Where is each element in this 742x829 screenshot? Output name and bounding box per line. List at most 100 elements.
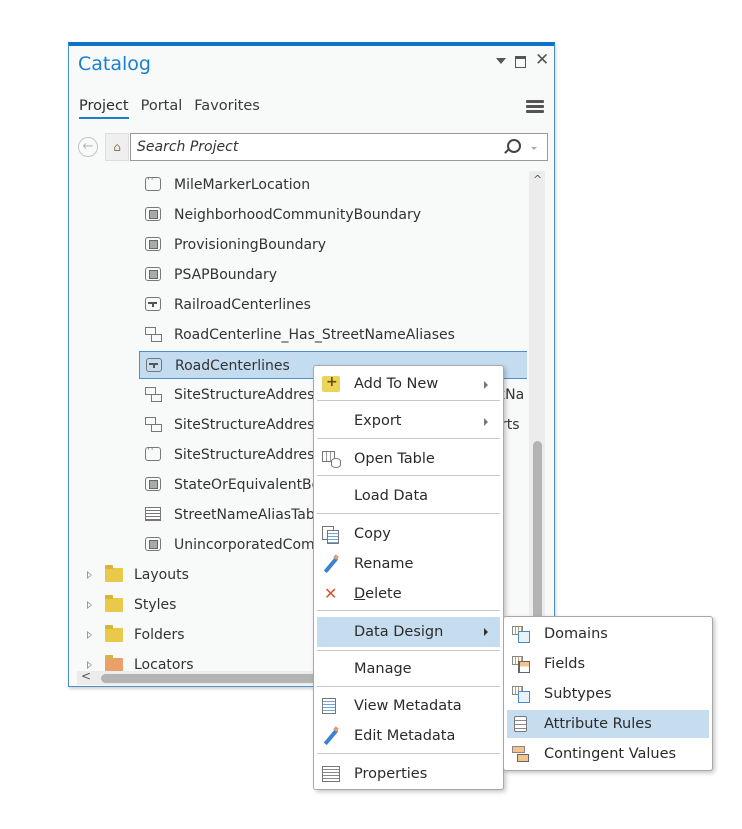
- menu-item-view-metadata[interactable]: View Metadata: [317, 692, 500, 720]
- menu-item-label: Manage: [354, 661, 412, 677]
- menu-item-properties[interactable]: Properties: [317, 760, 500, 788]
- copy-icon: [322, 526, 340, 544]
- menu-separator: [317, 686, 500, 687]
- submenu-arrow-icon: [484, 628, 488, 636]
- expand-arrow-icon[interactable]: [87, 601, 92, 609]
- tree-item-label: MileMarkerLocation: [174, 177, 311, 193]
- folders-folder-icon: [105, 625, 123, 642]
- polygon-feature-class-icon: [145, 537, 161, 551]
- attribute-rules-icon: [512, 716, 530, 733]
- search-options-chevron-down-icon[interactable]: [531, 147, 537, 150]
- polygon-feature-class-icon: [145, 237, 161, 251]
- tree-item-label: SiteStructureAddressI: [174, 417, 326, 433]
- menu-item-label: Rename: [354, 556, 414, 572]
- tree-item[interactable]: NeighborhoodCommunityBoundary: [139, 201, 527, 229]
- hamburger-menu-icon[interactable]: [526, 98, 544, 115]
- locators-folder-icon: [105, 655, 123, 671]
- contingent-values-icon: [512, 746, 530, 763]
- vertical-scrollbar[interactable]: ^: [529, 171, 545, 681]
- scroll-left-icon[interactable]: <: [81, 669, 91, 683]
- tab-favorites[interactable]: Favorites: [194, 98, 260, 119]
- tree-item[interactable]: PSAPBoundary: [139, 261, 527, 289]
- styles-folder-icon: [105, 595, 123, 612]
- menu-item-label: Copy: [354, 526, 391, 542]
- menu-separator: [317, 610, 500, 611]
- menu-item-label: Edit Metadata: [354, 728, 456, 744]
- tree-item-label: NeighborhoodCommunityBoundary: [174, 207, 422, 223]
- tree-item[interactable]: RoadCenterline_Has_StreetNameAliases: [139, 321, 527, 349]
- line-feature-class-icon: [145, 297, 161, 311]
- point-feature-class-icon: [145, 171, 161, 194]
- menu-item-label: Delete: [354, 586, 402, 602]
- submenu-item-attribute-rules[interactable]: Attribute Rules: [507, 710, 709, 738]
- menu-item-load-data[interactable]: Load Data: [317, 482, 500, 510]
- expand-arrow-icon[interactable]: [87, 631, 92, 639]
- menu-separator: [317, 650, 500, 651]
- tab-project[interactable]: Project: [79, 98, 129, 119]
- menu-item-label: Data Design: [354, 624, 444, 640]
- menu-item-copy[interactable]: Copy: [317, 520, 500, 548]
- menu-item-label: Properties: [354, 766, 428, 782]
- tab-portal[interactable]: Portal: [141, 98, 183, 119]
- submenu-item-domains[interactable]: Domains: [507, 620, 709, 648]
- polygon-feature-class-icon: [145, 207, 161, 221]
- expand-arrow-icon[interactable]: [87, 661, 92, 669]
- submenu-arrow-icon: [484, 418, 488, 426]
- menu-separator: [317, 753, 500, 754]
- menu-item-data-design[interactable]: Data Design: [317, 617, 500, 647]
- tree-item-label: RailroadCenterlines: [174, 297, 311, 313]
- relationship-class-icon: [145, 327, 162, 342]
- tree-folder-label: Locators: [134, 657, 194, 671]
- menu-item-edit-metadata[interactable]: Edit Metadata: [317, 722, 500, 750]
- tree-folder-label: Layouts: [134, 567, 189, 583]
- menu-item-label: Export: [354, 413, 402, 429]
- tree-folder-label: Styles: [134, 597, 177, 613]
- open-table-icon: [322, 451, 341, 468]
- menu-item-label: Attribute Rules: [544, 716, 652, 732]
- relationship-class-icon: [145, 387, 162, 402]
- pane-options-dropdown-icon[interactable]: [496, 58, 506, 64]
- tree-item-label: StateOrEquivalentBou: [174, 477, 330, 493]
- domains-icon: [512, 626, 530, 643]
- menu-separator: [317, 400, 500, 401]
- menu-item-export[interactable]: Export: [317, 407, 500, 435]
- tree-item[interactable]: RailroadCenterlines: [139, 291, 527, 319]
- layouts-folder-icon: [105, 565, 123, 582]
- menu-item-label: Add To New: [354, 376, 439, 392]
- back-arrow-icon[interactable]: ←: [78, 137, 98, 157]
- tree-item-label: PSAPBoundary: [174, 267, 278, 283]
- menu-item-add-to-new[interactable]: Add To New: [317, 368, 500, 398]
- search-icon[interactable]: [507, 139, 521, 153]
- table-icon: [145, 507, 161, 521]
- menu-item-manage[interactable]: Manage: [317, 655, 500, 683]
- polygon-feature-class-icon: [145, 267, 161, 281]
- menu-item-label: Domains: [544, 626, 608, 642]
- tree-folder-label: Folders: [134, 627, 185, 643]
- properties-icon: [322, 766, 340, 782]
- menu-separator: [317, 513, 500, 514]
- maximize-icon[interactable]: [515, 56, 526, 68]
- point-feature-class-icon: [145, 436, 161, 464]
- scroll-up-icon[interactable]: ^: [533, 173, 542, 186]
- menu-separator: [317, 438, 500, 439]
- menu-item-rename[interactable]: Rename: [317, 550, 500, 578]
- tree-item[interactable]: ProvisioningBoundary: [139, 231, 527, 259]
- menu-item-label: View Metadata: [354, 698, 462, 714]
- fields-icon: [512, 656, 530, 673]
- submenu-item-subtypes[interactable]: Subtypes: [507, 680, 709, 708]
- search-input[interactable]: [135, 138, 499, 156]
- menu-item-open-table[interactable]: Open Table: [317, 445, 500, 473]
- menu-item-label: Fields: [544, 656, 586, 672]
- tree-item-label: RoadCenterlines: [175, 358, 290, 374]
- tree-item-label: SiteStructureAddressI: [174, 387, 326, 403]
- data-design-submenu: Domains Fields Subtypes Attribute Rules …: [503, 616, 713, 771]
- tree-item[interactable]: MileMarkerLocation: [139, 171, 527, 199]
- relationship-class-icon: [145, 417, 162, 432]
- submenu-item-contingent-values[interactable]: Contingent Values: [507, 740, 709, 768]
- tree-item-label: SiteStructureAddressI: [174, 447, 326, 463]
- submenu-item-fields[interactable]: Fields: [507, 650, 709, 678]
- expand-arrow-icon[interactable]: [87, 571, 92, 579]
- home-icon[interactable]: ⌂: [105, 133, 129, 161]
- menu-item-delete[interactable]: Delete: [317, 580, 500, 608]
- close-icon[interactable]: ✕: [535, 50, 549, 70]
